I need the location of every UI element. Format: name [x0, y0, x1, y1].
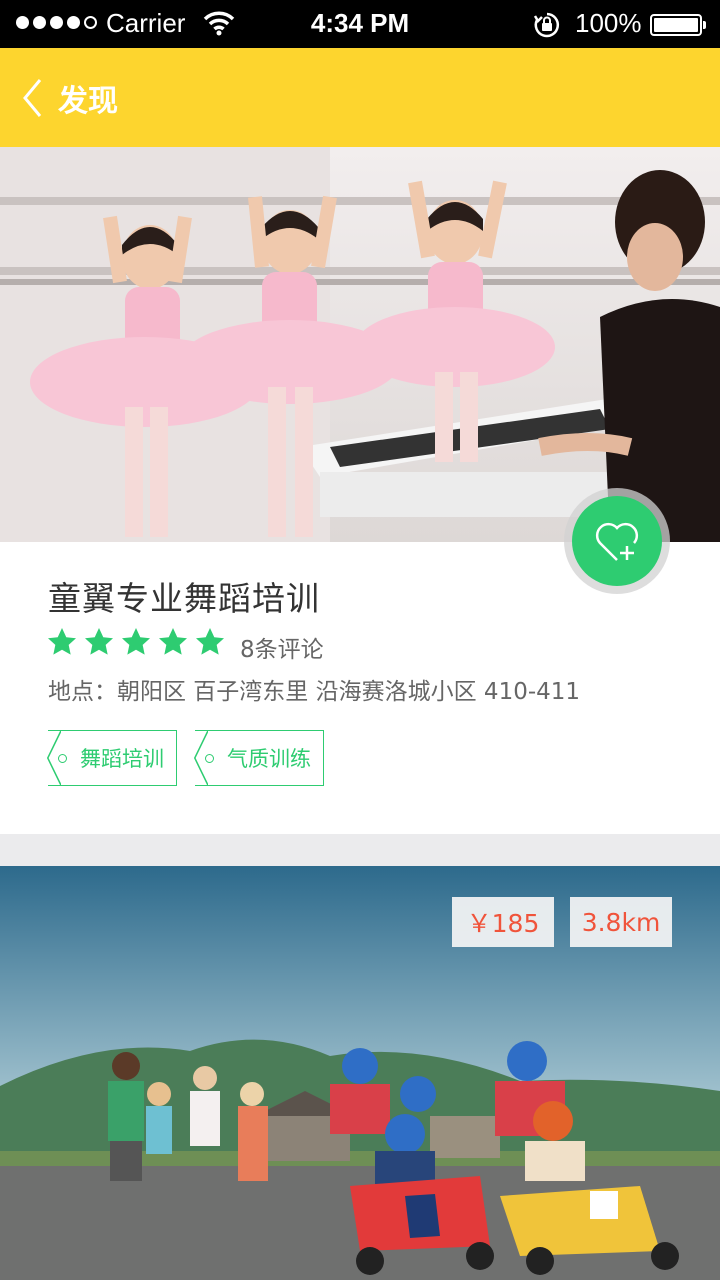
favorite-button[interactable]	[564, 488, 670, 594]
review-count[interactable]: 8条评论	[240, 630, 324, 664]
tag-label: 气质训练	[227, 747, 311, 771]
heart-plus-icon	[595, 522, 639, 561]
tag-item[interactable]: 舞蹈培训	[47, 729, 177, 786]
tag-list: 舞蹈培训 气质训练	[47, 729, 324, 786]
distance-badge: 3.8km	[570, 897, 672, 947]
price-badge: ￥185	[452, 897, 554, 947]
listing-title: 童翼专业舞蹈培训	[48, 579, 320, 618]
chevron-left-icon	[23, 79, 42, 117]
status-bar: Carrier 4:34 PM 100%	[0, 0, 720, 48]
wifi-icon	[203, 11, 235, 36]
star-icon	[122, 628, 150, 655]
signal-strength-icon	[16, 16, 97, 29]
tag-label: 舞蹈培训	[80, 747, 164, 771]
battery-percentage: 100%	[575, 8, 642, 38]
rating-stars	[46, 626, 226, 658]
battery-icon	[650, 14, 706, 36]
listing-cover-image[interactable]	[0, 147, 720, 542]
star-icon	[85, 628, 113, 655]
listing-address: 地点：朝阳区 百子湾东里 沿海赛洛城小区 410-411	[48, 679, 581, 705]
star-icon	[196, 628, 224, 655]
rotation-lock-icon	[533, 12, 560, 38]
star-icon	[159, 628, 187, 655]
back-button-label: 发现	[58, 84, 118, 119]
back-button[interactable]: 发现	[22, 76, 142, 120]
carrier-label: Carrier	[106, 8, 186, 38]
tag-item[interactable]: 气质训练	[194, 729, 324, 786]
star-icon	[48, 628, 76, 655]
navigation-bar: 发现	[0, 48, 720, 147]
